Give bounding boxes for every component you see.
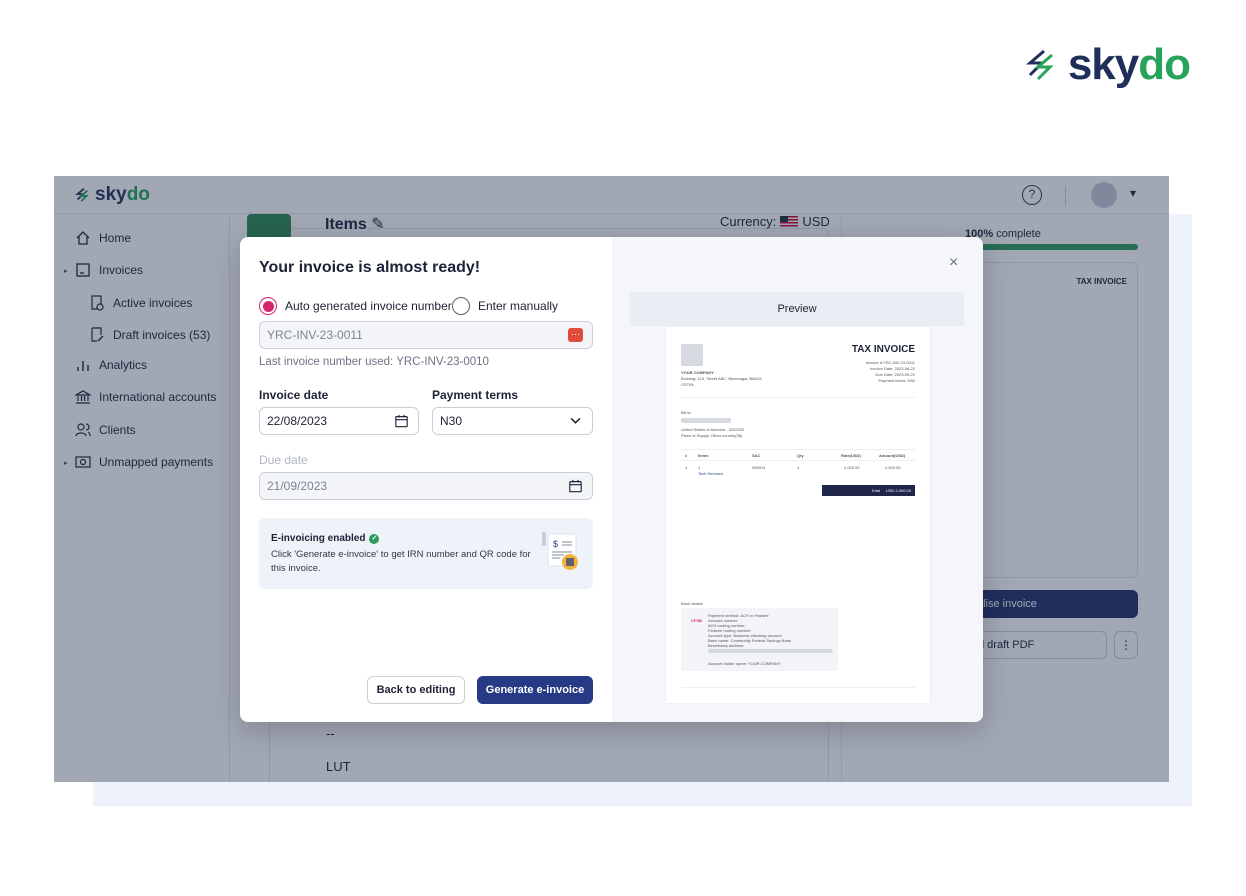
svg-text:$: $ [553, 539, 558, 549]
radio-enter-manually[interactable]: Enter manually [452, 297, 558, 315]
modal-title: Your invoice is almost ready! [259, 259, 481, 276]
radio-auto-number[interactable]: Auto generated invoice number [259, 297, 452, 315]
e-invoicing-title: E-invoicing enabled [271, 533, 366, 544]
invoice-number-field[interactable]: YRC-INV-23-0011 ··· [259, 321, 593, 349]
more-dots-icon[interactable]: ··· [568, 328, 583, 342]
company-logo-placeholder [681, 344, 703, 366]
due-date-label: Due date [259, 453, 308, 467]
invoice-date-label: Invoice date [259, 388, 329, 402]
payment-terms-label: Payment terms [432, 388, 519, 402]
preview-header: Preview [630, 292, 964, 326]
due-date-field: 21/09/2023 [259, 472, 593, 500]
e-invoice-illustration-icon: $ [542, 532, 578, 570]
generate-e-invoice-button[interactable]: Generate e-invoice [477, 676, 593, 704]
last-invoice-hint: Last invoice number used: YRC-INV-23-001… [259, 356, 489, 368]
payment-terms-select[interactable]: N30 [432, 407, 593, 435]
skydo-logo-icon [1025, 49, 1054, 81]
e-invoicing-info-box: E-invoicing enabled ✓ Click 'Generate e-i… [259, 518, 593, 589]
invoice-date-field[interactable]: 22/08/2023 [259, 407, 419, 435]
finalise-modal: Your invoice is almost ready! × Auto gen… [240, 237, 983, 722]
preview-container: Preview TAX INVOICE YOUR COMPANY Buildin… [612, 237, 983, 722]
invoice-preview-document: TAX INVOICE YOUR COMPANY Building: 123, … [666, 327, 930, 703]
preview-total-box: Total USD 2,000.00 [822, 485, 915, 496]
check-circle-icon: ✓ [369, 533, 380, 544]
brand-name: skydo [1067, 40, 1191, 89]
back-to-editing-button[interactable]: Back to editing [367, 676, 465, 704]
radio-selected-icon[interactable] [259, 297, 277, 315]
chevron-down-icon[interactable] [568, 414, 583, 428]
brand-logo: skydo [1022, 40, 1191, 90]
calendar-icon [569, 479, 582, 493]
preview-title: TAX INVOICE [851, 344, 915, 355]
radio-unselected-icon[interactable] [452, 297, 470, 315]
e-invoicing-description: Click 'Generate e-invoice' to get IRN nu… [271, 549, 531, 574]
preview-bank-details: CFSB Payment method: ACH or Fedwire Acco… [681, 608, 838, 671]
calendar-icon[interactable] [394, 414, 409, 428]
